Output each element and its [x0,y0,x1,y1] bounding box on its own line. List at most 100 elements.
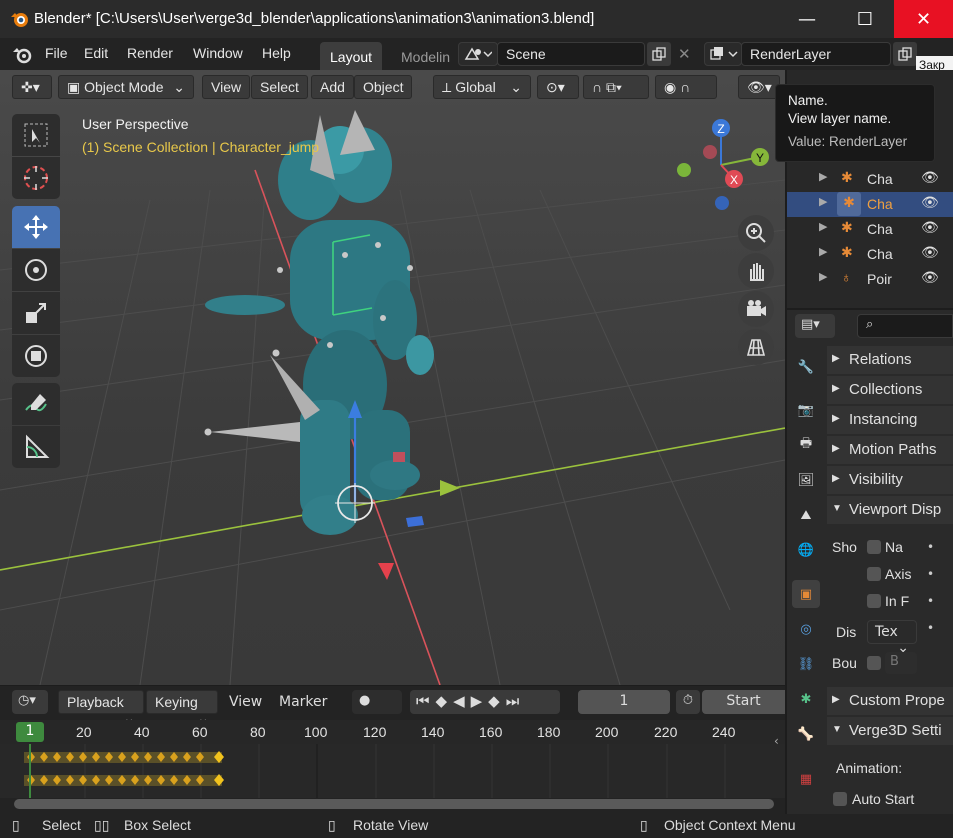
panel-relations[interactable]: ▶ Relations [827,346,953,374]
bounds-checkbox[interactable] [867,656,881,670]
camera-view-button[interactable] [738,291,774,327]
preview-range-button[interactable]: ⏱ [676,690,700,714]
pan-button[interactable] [738,253,774,289]
current-frame-badge[interactable]: 1 [16,722,44,742]
tab-scene[interactable]: ⛰ [792,501,820,529]
close-button[interactable]: ✕ [894,0,953,38]
jump-start-icon[interactable]: ⏮ [416,692,436,710]
visibility-eye-icon[interactable]: 👁 [921,219,939,236]
timeline-view-menu[interactable]: View [229,694,262,710]
play-icon[interactable]: ▶ [471,692,489,710]
next-keyframe-icon[interactable]: ◆ [488,692,506,710]
measure-tool[interactable] [12,426,60,468]
minimize-button[interactable]: — [778,0,836,38]
character-model[interactable] [205,110,434,535]
panel-collections[interactable]: ▶ Collections [827,376,953,404]
blender-menu-icon[interactable] [12,46,34,64]
menu-help[interactable]: Help [262,45,291,61]
move-tool[interactable] [12,206,60,248]
scene-name-field[interactable]: Scene [497,42,645,66]
current-frame-field[interactable]: 1 [578,690,670,714]
ortho-toggle-button[interactable] [738,329,774,365]
zoom-button[interactable] [738,215,774,251]
tab-output[interactable]: 🖶 [792,431,820,459]
outliner-row[interactable]: ▶ ✱ Cha 👁 [787,242,953,267]
select-menu[interactable]: Select [251,75,308,99]
proportional-edit-button[interactable]: ◉ ∩ [655,75,717,99]
transform-orientation-selector[interactable]: ⟂ Global ⌄ [433,75,531,99]
tab-object[interactable]: ▣ [792,580,820,608]
rotate-tool[interactable] [12,249,60,291]
keyframe-area[interactable] [0,744,785,798]
tab-armature-data[interactable]: ✱ [792,685,820,713]
playback-menu[interactable]: Playback ⌄ [58,690,144,726]
tab-tool[interactable]: 🔧 [792,353,820,381]
tab-view-layer[interactable]: 🖼 [792,466,820,494]
properties-search-input[interactable]: ⌕ [857,314,953,338]
editor-type-button[interactable]: ◷▾ [12,690,48,714]
show-axis-checkbox[interactable] [867,567,881,581]
tab-world[interactable]: 🌐 [792,536,820,564]
menu-file[interactable]: File [45,45,68,61]
panel-motion-paths[interactable]: ▶ Motion Paths [827,436,953,464]
view-layer-copy-button[interactable] [893,42,917,66]
view-layer-name-field[interactable]: RenderLayer [741,42,891,66]
visibility-button[interactable]: 👁▾ [738,75,780,99]
outliner-row[interactable]: ▶ ✱ Cha 👁 [787,217,953,242]
bounds-type-dropdown[interactable]: B [885,652,917,674]
jump-end-icon[interactable]: ⏭ [506,692,526,710]
outliner-row-selected[interactable]: ▶ ✱ Cha 👁 [787,192,953,217]
keyframe-dots[interactable]: • • • • [927,534,934,642]
tab-render[interactable]: 📷 [792,396,820,424]
playback-controls[interactable]: ⏮◆◀▶◆⏭ [410,690,560,714]
visibility-eye-icon[interactable]: 👁 [921,194,939,211]
scrollbar-thumb[interactable] [14,799,774,809]
outliner-row[interactable]: ▶ ♁ Poir 👁 [787,267,953,292]
view-layer-browse-button[interactable] [704,42,742,66]
tab-physics[interactable]: ◎ [792,615,820,643]
tab-modeling[interactable]: Modelin [391,42,451,70]
outliner-row[interactable]: ▶ ✱ Cha 👁 [787,167,953,192]
transform-tool[interactable] [12,335,60,377]
snap-button[interactable]: ∩ ⧉▾ [583,75,649,99]
mode-selector[interactable]: ▣ Object Mode ⌄ [58,75,194,99]
panel-instancing[interactable]: ▶ Instancing [827,406,953,434]
tab-layout[interactable]: Layout [320,42,383,70]
timeline-scrollbar[interactable] [14,799,774,809]
scene-copy-button[interactable] [647,42,671,66]
view-menu[interactable]: View [202,75,251,99]
show-name-checkbox[interactable] [867,540,881,554]
object-menu[interactable]: Object [354,75,413,99]
editor-type-button[interactable]: ▤▾ [795,314,835,338]
maximize-button[interactable]: ☐ [836,0,894,38]
add-menu[interactable]: Add [311,75,354,99]
in-front-checkbox[interactable] [867,594,881,608]
scale-tool[interactable] [12,292,60,334]
tab-texture[interactable]: ▦ [792,765,820,793]
select-box-tool[interactable] [12,114,60,156]
marker-menu[interactable]: Marker [279,694,327,710]
panel-viewport-display[interactable]: ▼ Viewport Disp [827,496,953,524]
annotate-tool[interactable] [12,383,60,425]
keying-menu[interactable]: Keying ⌄ [146,690,218,726]
prev-keyframe-icon[interactable]: ◆ [436,692,454,710]
tab-constraints[interactable]: ⛓ [792,650,820,678]
menu-window[interactable]: Window [193,45,243,61]
scene-browse-button[interactable] [458,42,498,66]
scene-delete-icon[interactable]: ✕ [673,42,695,66]
visibility-eye-icon[interactable]: 👁 [921,244,939,261]
visibility-eye-icon[interactable]: 👁 [921,169,939,186]
cursor-tool[interactable] [12,157,60,199]
panel-custom-properties[interactable]: ▶ Custom Prope [827,687,953,715]
3d-viewport[interactable]: ✜▾ ▣ Object Mode ⌄ View Select Add Object… [0,70,785,685]
panel-visibility[interactable]: ▶ Visibility [827,466,953,494]
menu-edit[interactable]: Edit [84,45,108,61]
visibility-eye-icon[interactable]: 👁 [921,269,939,286]
menu-render[interactable]: Render [127,45,173,61]
display-as-dropdown[interactable]: Tex ⌄ [867,620,917,656]
pivot-point-button[interactable]: ⊙▾ [537,75,579,99]
panel-verge3d-settings[interactable]: ▼ Verge3D Setti [827,717,953,745]
tab-bone[interactable]: 🦴 [792,720,820,748]
auto-start-checkbox[interactable] [833,792,847,806]
play-reverse-icon[interactable]: ◀ [453,692,471,710]
